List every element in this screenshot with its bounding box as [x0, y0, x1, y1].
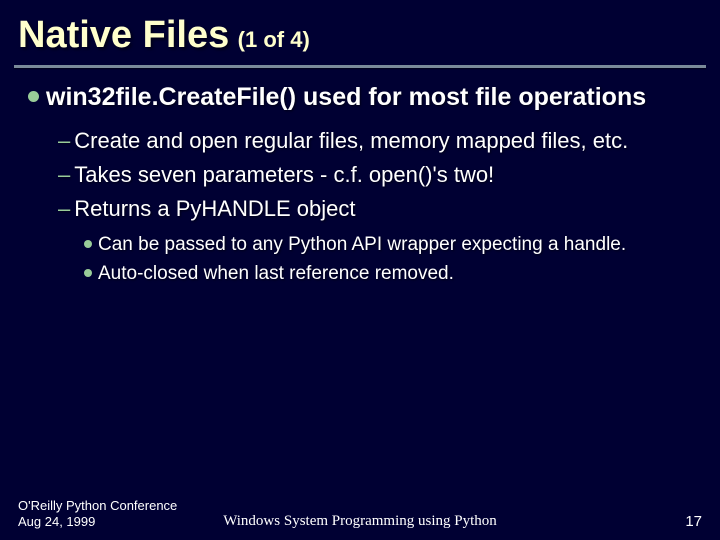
footer: O'Reilly Python Conference Aug 24, 1999 … [0, 498, 720, 531]
footer-conference: O'Reilly Python Conference [18, 498, 177, 514]
bullet-level2: –Takes seven parameters - c.f. open()'s … [58, 161, 700, 189]
footer-page-number: 17 [685, 513, 702, 530]
bullet-level2-text: Takes seven parameters - c.f. open()'s t… [74, 162, 494, 187]
dash-icon: – [58, 162, 70, 187]
level3-group: Can be passed to any Python API wrapper … [28, 233, 700, 286]
bullet-level2-text: Returns a PyHANDLE object [74, 196, 355, 221]
disc-icon [84, 269, 92, 277]
footer-left: O'Reilly Python Conference Aug 24, 1999 [18, 498, 177, 531]
bullet-level3-text: Auto-closed when last reference removed. [98, 263, 454, 284]
slide-body: win32file.CreateFile() used for most fil… [0, 82, 720, 286]
bullet-level1-text: win32file.CreateFile() used for most fil… [46, 83, 646, 111]
bullet-level3: Auto-closed when last reference removed. [84, 262, 700, 287]
disc-icon [28, 91, 39, 102]
dash-icon: – [58, 196, 70, 221]
bullet-level2: –Returns a PyHANDLE object [58, 195, 700, 223]
footer-center: Windows System Programming using Python [223, 513, 497, 530]
slide-title-suffix: (1 of 4) [238, 27, 310, 52]
title-area: Native Files (1 of 4) [0, 0, 720, 63]
bullet-level3-text: Can be passed to any Python API wrapper … [98, 234, 626, 255]
bullet-level2: –Create and open regular files, memory m… [58, 127, 700, 155]
bullet-level1: win32file.CreateFile() used for most fil… [28, 82, 700, 113]
disc-icon [84, 240, 92, 248]
slide-title: Native Files [18, 14, 229, 56]
bullet-level2-text: Create and open regular files, memory ma… [74, 128, 628, 153]
level2-group: –Create and open regular files, memory m… [28, 127, 700, 223]
dash-icon: – [58, 128, 70, 153]
bullet-level3: Can be passed to any Python API wrapper … [84, 233, 700, 258]
title-underline [14, 65, 706, 68]
footer-date: Aug 24, 1999 [18, 514, 177, 530]
